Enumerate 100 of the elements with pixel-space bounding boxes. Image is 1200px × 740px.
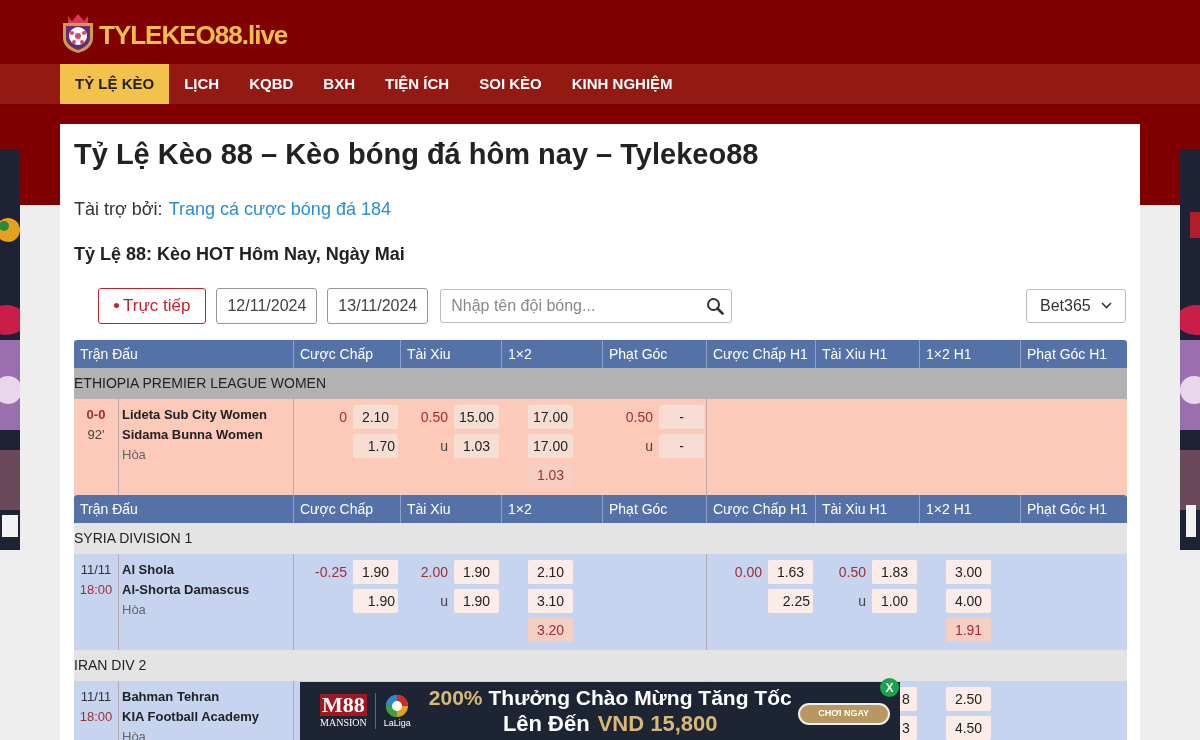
column-header: 1×2 H1 xyxy=(919,340,1020,368)
odds-button[interactable]: 3.10 xyxy=(528,589,573,613)
team-search-field[interactable]: Nhập tên đội bóng... xyxy=(440,288,733,323)
bookmaker-select[interactable]: Bet365 xyxy=(1026,288,1126,323)
odds-button[interactable]: 17.00 xyxy=(528,405,573,429)
odds-button[interactable]: 1.70 xyxy=(353,434,398,458)
away-team[interactable]: KIA Football Academy xyxy=(122,707,293,727)
handicap-line: 0.50 xyxy=(420,407,448,427)
under-label: u xyxy=(858,591,866,611)
odds-button[interactable]: 15.00 xyxy=(454,405,499,429)
under-label: u xyxy=(645,436,653,456)
league-logo-text: LaLiga xyxy=(383,719,411,728)
home-team[interactable]: Lideta Sub City Women xyxy=(122,405,293,425)
brand-sub-text: MANSION xyxy=(320,718,367,728)
under-label: u xyxy=(440,591,448,611)
live-filter-button[interactable]: Trực tiếp xyxy=(98,287,207,324)
banner-subline: Lên Đến xyxy=(502,711,590,737)
column-header: Cược Chấp H1 xyxy=(706,495,815,523)
match-score: 0-0 xyxy=(86,406,106,424)
odds-button[interactable]: 1.03 xyxy=(528,463,573,487)
section-subtitle: Tỷ Lệ 88: Kèo HOT Hôm Nay, Ngày Mai xyxy=(74,243,406,266)
banner-amount: VND 15,800 xyxy=(597,711,718,737)
column-header: Phạt Góc xyxy=(602,495,706,523)
banner-headline: Thưởng Chào Mừng Tăng Tốc xyxy=(488,685,792,711)
nav-link[interactable]: LỊCH xyxy=(169,64,235,104)
home-team[interactable]: Al Shola xyxy=(122,560,293,580)
odds-button[interactable]: 1.91 xyxy=(946,618,991,642)
odds-button[interactable]: 1.00 xyxy=(872,589,917,613)
column-header: Cược Chấp xyxy=(293,340,400,368)
odds-button[interactable]: 1.90 xyxy=(454,560,499,584)
odds-button[interactable]: 1.90 xyxy=(454,589,499,613)
odds-button[interactable]: 17.00 xyxy=(528,434,573,458)
column-header: Phạt Góc xyxy=(602,340,706,368)
column-header: Tài Xiu xyxy=(400,340,501,368)
column-header: Cược Chấp xyxy=(293,495,400,523)
odds-button[interactable]: 2.50 xyxy=(946,687,991,711)
handicap-line: 0 xyxy=(339,407,347,427)
odds-button[interactable]: 3.20 xyxy=(528,618,573,642)
handicap-line: 0.00 xyxy=(734,562,762,582)
odds-button[interactable]: 3 xyxy=(900,716,917,740)
draw-label: Hòa xyxy=(122,601,147,619)
odds-button[interactable]: 3.00 xyxy=(946,560,991,584)
odds-button[interactable]: 1.03 xyxy=(454,434,499,458)
odds-button[interactable]: - xyxy=(659,434,704,458)
column-header: Tài Xiu H1 xyxy=(815,340,919,368)
match-date: 11/11 xyxy=(80,561,112,579)
handicap-line: -0.25 xyxy=(315,562,347,582)
odds-button[interactable]: 1.90 xyxy=(353,589,398,613)
match-time: 18:00 xyxy=(79,708,113,726)
column-header: 1×2 H1 xyxy=(919,495,1020,523)
away-team[interactable]: Al-Shorta Damascus xyxy=(122,580,293,600)
nav-link[interactable]: TỶ LỆ KÈO xyxy=(60,64,170,104)
nav-link[interactable]: KINH NGHIỆM xyxy=(556,64,688,104)
nav-link[interactable]: BXH xyxy=(308,64,371,104)
league-row: ETHIOPIA PREMIER LEAGUE WOMEN xyxy=(74,368,1127,399)
odds-button[interactable]: 2.10 xyxy=(353,405,398,429)
match-time: 18:00 xyxy=(79,581,113,599)
column-header: Cược Chấp H1 xyxy=(706,340,815,368)
odds-button[interactable]: 1.63 xyxy=(768,560,813,584)
column-header: Tài Xiu xyxy=(400,495,501,523)
odds-button[interactable]: 2.25 xyxy=(768,589,813,613)
column-header: Phạt Góc H1 xyxy=(1020,495,1127,523)
match-date: 11/11 xyxy=(80,688,112,706)
draw-label: Hòa xyxy=(122,446,147,464)
sponsor-label: Tài trợ bởi: xyxy=(74,198,163,221)
column-header: Phạt Góc H1 xyxy=(1020,340,1127,368)
odds-button[interactable]: 4.00 xyxy=(946,589,991,613)
odds-button[interactable]: 2.10 xyxy=(528,560,573,584)
nav-link[interactable]: TIỆN ÍCH xyxy=(370,64,465,104)
odds-button[interactable]: - xyxy=(659,405,704,429)
date-field[interactable]: 12/11/2024 xyxy=(216,287,318,324)
nav-link[interactable]: KQBD xyxy=(234,64,309,104)
home-team[interactable]: Bahman Tehran xyxy=(122,687,293,707)
league-row: IRAN DIV 2 xyxy=(74,650,1127,681)
under-label: u xyxy=(440,436,448,456)
column-header: Trận Đấu xyxy=(74,340,293,368)
handicap-line: 0.50 xyxy=(838,562,866,582)
handicap-line: 2.00 xyxy=(420,562,448,582)
page-title: Tỷ Lệ Kèo 88 – Kèo bóng đá hôm nay – Tylekeo88 xyxy=(74,137,760,172)
banner-accent-text: 200% xyxy=(428,685,483,711)
search-icon xyxy=(706,296,725,315)
chevron-down-icon xyxy=(1101,302,1112,309)
column-header: 1×2 xyxy=(501,340,602,368)
handicap-line: 0.50 xyxy=(625,407,653,427)
league-row: SYRIA DIVISION 1 xyxy=(74,523,1127,554)
odds-button[interactable]: 4.50 xyxy=(946,716,991,740)
brand-logo-text: M88 xyxy=(320,694,367,716)
league-logo-icon xyxy=(385,694,410,718)
odds-button[interactable]: 1.83 xyxy=(872,560,917,584)
odds-button[interactable]: 8 xyxy=(900,687,917,711)
site-logo-text[interactable]: TYLEKEO88.live xyxy=(99,15,288,55)
match-minute: 92' xyxy=(87,426,105,444)
column-header: Tài Xiu H1 xyxy=(815,495,919,523)
nav-link[interactable]: SOI KÈO xyxy=(464,64,557,104)
column-header: 1×2 xyxy=(501,495,602,523)
sponsor-link[interactable]: Trang cá cược bóng đá 184 xyxy=(168,196,391,223)
column-header: Trận Đấu xyxy=(74,495,293,523)
odds-button[interactable]: 1.90 xyxy=(353,560,398,584)
date-field[interactable]: 13/11/2024 xyxy=(327,287,429,324)
away-team[interactable]: Sidama Bunna Women xyxy=(122,425,293,445)
